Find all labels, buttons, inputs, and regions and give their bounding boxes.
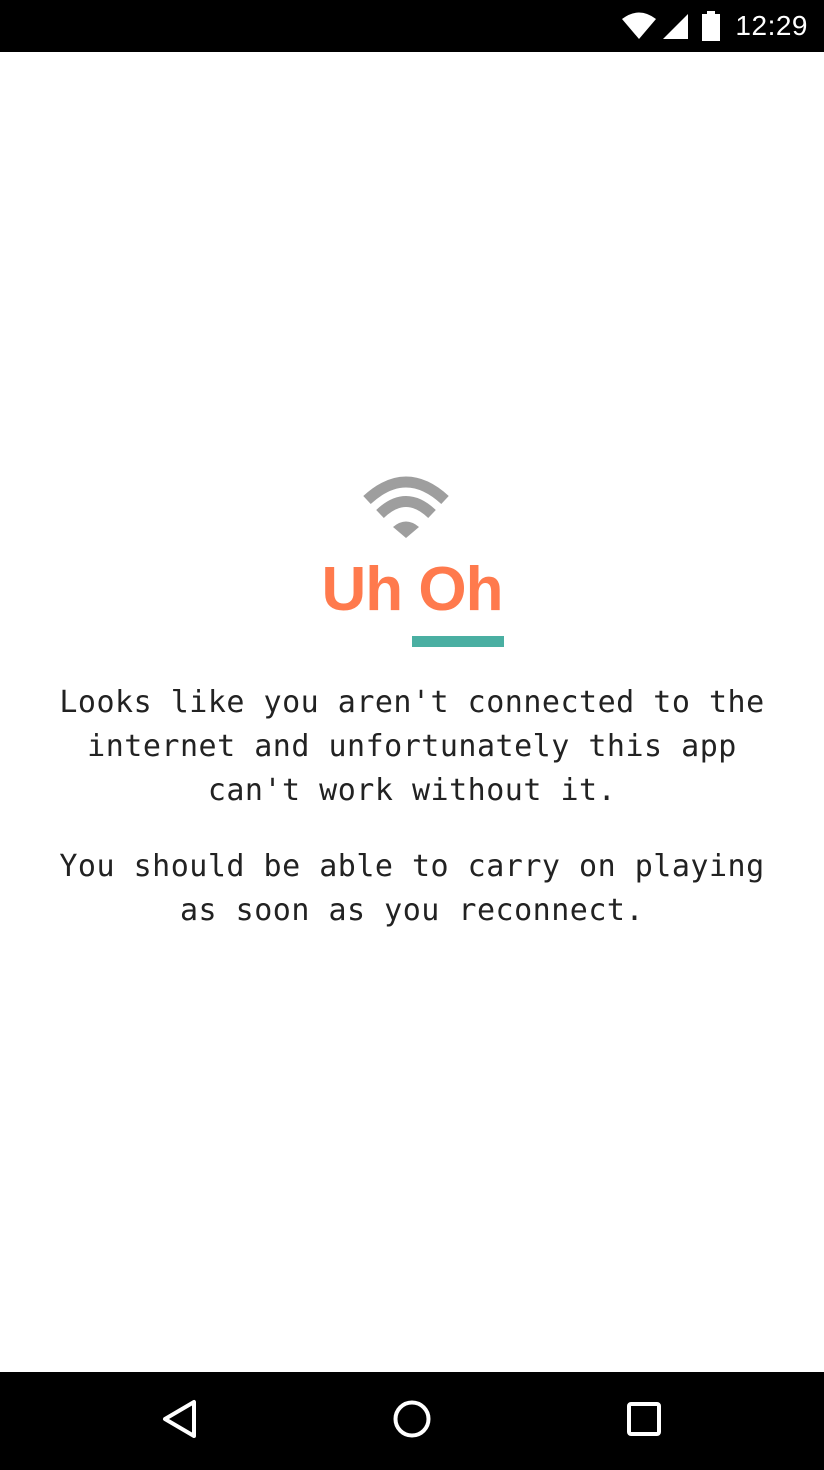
wifi-icon (363, 476, 449, 540)
clock: 12:29 (735, 10, 808, 41)
status-wifi-icon (621, 12, 657, 40)
reconnect-message: You should be able to carry on playing a… (59, 849, 765, 928)
back-button[interactable] (120, 1372, 240, 1470)
status-bar: 12:29 (0, 0, 824, 52)
back-icon (161, 1399, 199, 1444)
signal-icon (661, 12, 689, 40)
status-icons: 12:29 (621, 0, 808, 52)
home-button[interactable] (352, 1372, 472, 1470)
error-message: Looks like you aren't connected to the i… (59, 685, 765, 808)
offline-screen: Uh Oh Looks like you aren't connected to… (0, 52, 824, 1372)
home-icon (392, 1399, 432, 1444)
navigation-bar (0, 1372, 824, 1470)
recents-icon (626, 1401, 662, 1442)
recents-button[interactable] (584, 1372, 704, 1470)
battery-icon (701, 11, 721, 41)
error-title: Uh Oh (321, 555, 504, 624)
title-underline (412, 636, 504, 647)
